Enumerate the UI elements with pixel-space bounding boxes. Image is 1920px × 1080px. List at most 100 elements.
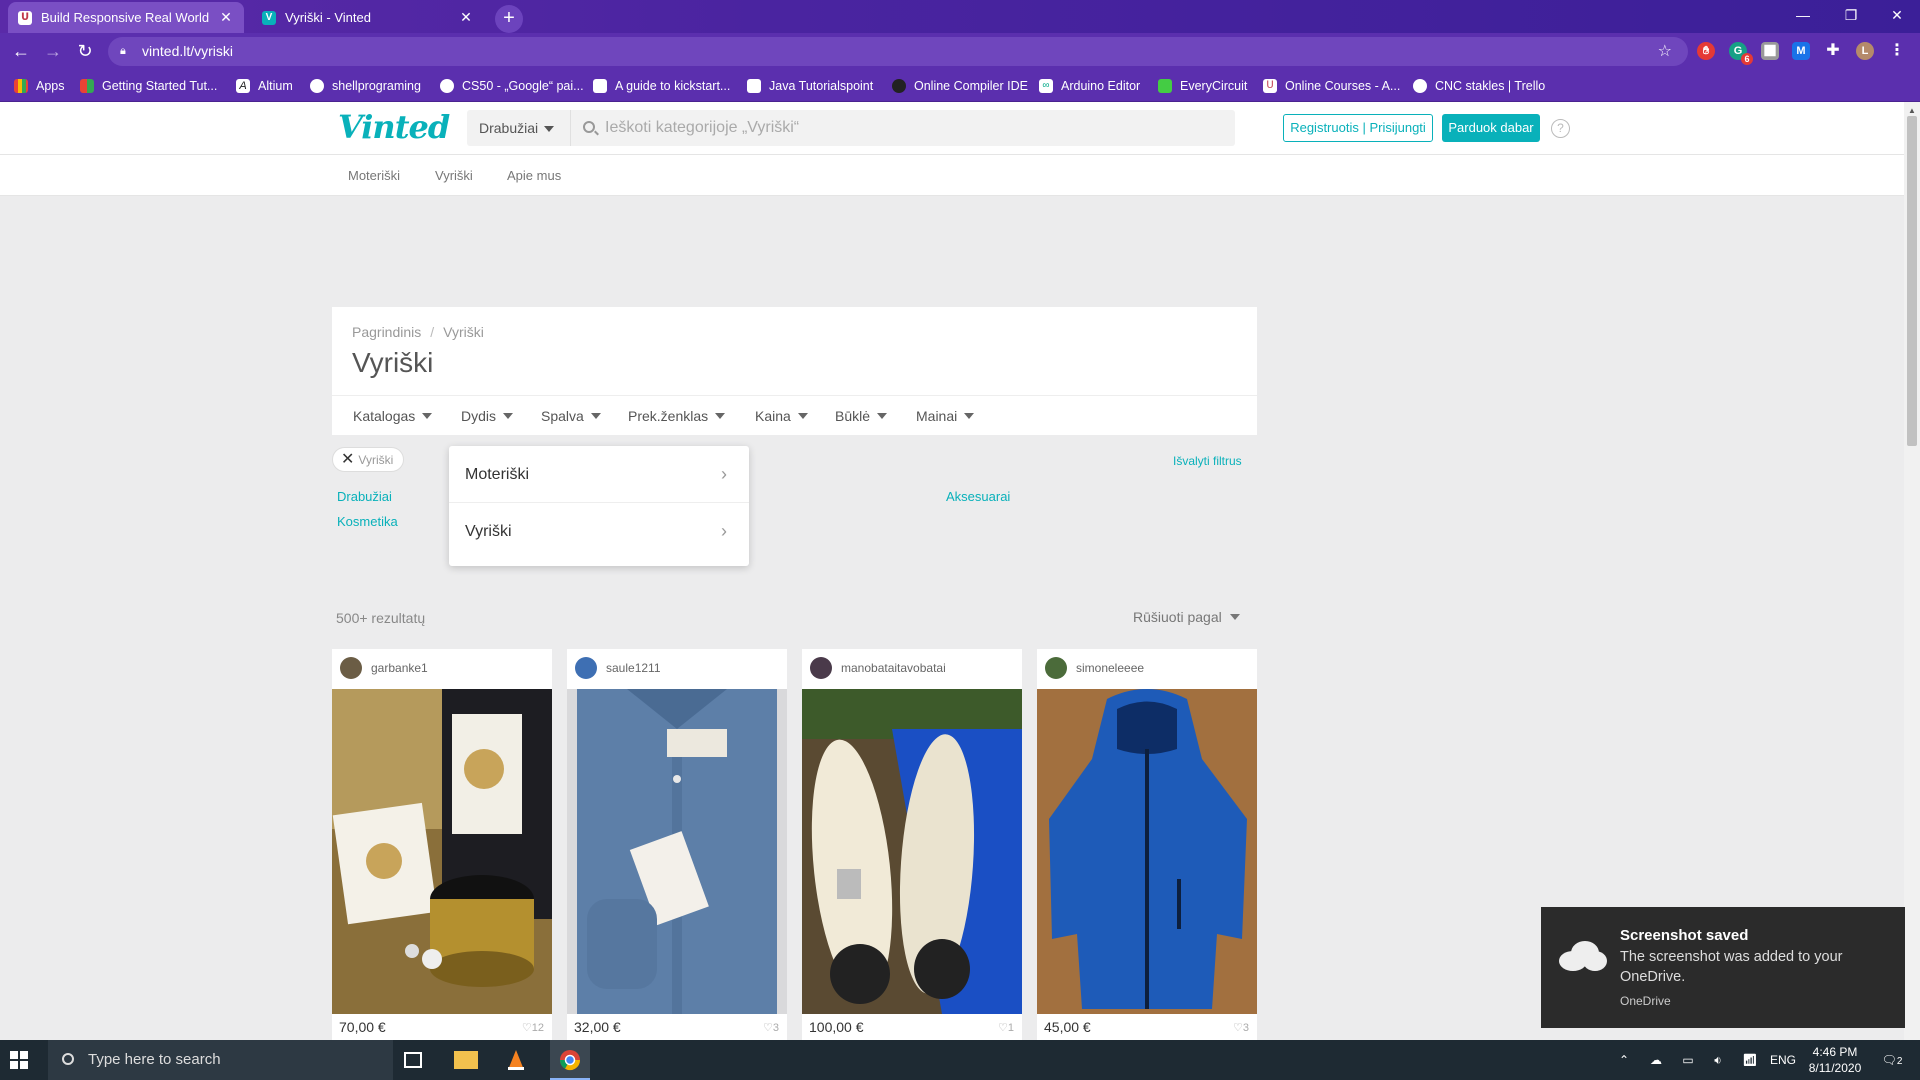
filter-prekes-zenklas[interactable]: Prek.ženklas bbox=[628, 408, 726, 424]
forward-icon[interactable]: → bbox=[38, 36, 68, 66]
reload-icon[interactable]: ↻ bbox=[70, 36, 100, 66]
bookmark-apps[interactable]: Apps bbox=[14, 77, 65, 95]
active-filter-chip[interactable]: ✕ Vyriški bbox=[332, 447, 405, 472]
favourite-button[interactable]: ♡3 bbox=[763, 1021, 779, 1034]
tab-vinted[interactable]: V Vyriški - Vinted ✕ bbox=[252, 2, 484, 33]
item-card[interactable]: garbanke1 70,00 € ♡12 bbox=[332, 649, 552, 1040]
url-text: vinted.lt/vyriski bbox=[142, 43, 234, 59]
extension-gray-icon[interactable]: ⬛︎ bbox=[1761, 42, 1779, 60]
filter-spalva[interactable]: Spalva bbox=[541, 408, 601, 424]
item-photo-perfume[interactable] bbox=[332, 689, 552, 1014]
address-bar[interactable]: 🔒︎ vinted.lt/vyriski ☆ bbox=[108, 37, 1688, 66]
tray-chevron-up-icon[interactable]: ⌃ bbox=[1614, 1040, 1634, 1080]
window-close-icon[interactable]: ✕ bbox=[1874, 0, 1920, 30]
nav-item-vyriski[interactable]: Vyriški bbox=[435, 168, 473, 183]
register-login-button[interactable]: Registruotis | Prisijungti bbox=[1283, 114, 1433, 142]
help-icon[interactable]: ? bbox=[1551, 119, 1570, 138]
item-user[interactable]: manobataitavobatai bbox=[810, 657, 946, 679]
file-explorer-icon[interactable] bbox=[454, 1051, 478, 1069]
taskbar-clock[interactable]: 4:46 PM 8/11/2020 bbox=[1800, 1044, 1870, 1076]
menu-kebab-icon[interactable]: ⋮ bbox=[1888, 42, 1906, 60]
dropdown-option-vyriski[interactable]: Vyriški › bbox=[449, 503, 749, 560]
item-user[interactable]: saule1211 bbox=[575, 657, 661, 679]
item-photo-shoes[interactable] bbox=[802, 689, 1022, 1014]
back-icon[interactable]: ← bbox=[6, 36, 36, 66]
chrome-taskbar-icon[interactable] bbox=[550, 1040, 590, 1080]
bookmark-star-icon[interactable]: ☆ bbox=[1658, 37, 1672, 66]
bookmark-trello[interactable]: CNC stakles | Trello bbox=[1413, 77, 1545, 95]
new-tab-button[interactable]: + bbox=[495, 5, 523, 33]
heart-icon: ♡ bbox=[521, 1022, 532, 1034]
taskbar-search[interactable]: Type here to search bbox=[48, 1040, 393, 1080]
breadcrumb-home[interactable]: Pagrindinis bbox=[352, 324, 421, 340]
nav-item-moteriski[interactable]: Moteriški bbox=[348, 168, 400, 183]
vlc-icon[interactable] bbox=[504, 1048, 528, 1072]
scrollbar-thumb[interactable] bbox=[1907, 116, 1917, 446]
tab-build-responsive[interactable]: ᑌ Build Responsive Real World Web ✕ bbox=[8, 2, 244, 33]
tray-volume-icon[interactable]: 🔉︎ bbox=[1706, 1040, 1730, 1080]
filter-label: Katalogas bbox=[353, 408, 416, 424]
favourite-button[interactable]: ♡12 bbox=[522, 1021, 544, 1034]
search-input[interactable] bbox=[605, 110, 1225, 146]
bookmark-everycircuit[interactable]: EveryCircuit bbox=[1158, 77, 1247, 95]
bookmark-cs50[interactable]: CS50 - „Google“ pai... bbox=[440, 77, 584, 95]
filter-mainai[interactable]: Mainai bbox=[916, 408, 975, 424]
vinted-logo[interactable]: Vinted bbox=[338, 108, 450, 146]
item-card[interactable]: simoneleeee 45,00 € ♡3 bbox=[1037, 649, 1257, 1040]
close-tab-icon[interactable]: ✕ bbox=[218, 9, 234, 26]
extension-adblock-icon[interactable]: ✋︎ bbox=[1697, 42, 1715, 60]
filter-katalogas[interactable]: Katalogas bbox=[353, 408, 433, 424]
scroll-up-icon[interactable]: ▲ bbox=[1908, 106, 1916, 115]
filter-bukle[interactable]: Būklė bbox=[835, 408, 888, 424]
tray-battery-icon[interactable]: ▭ bbox=[1676, 1040, 1700, 1080]
bookmark-java[interactable]: Java Tutorialspoint bbox=[747, 77, 873, 95]
restore-icon[interactable]: ❐ bbox=[1828, 0, 1874, 30]
item-photo-jacket[interactable] bbox=[1037, 689, 1257, 1014]
item-user[interactable]: simoneleeee bbox=[1045, 657, 1144, 679]
category-link-kosmetika[interactable]: Kosmetika bbox=[337, 514, 398, 529]
filter-label: Mainai bbox=[916, 408, 958, 424]
notifications-icon[interactable]: 🗨︎2 bbox=[1874, 1040, 1910, 1080]
favourite-button[interactable]: ♡3 bbox=[1233, 1021, 1249, 1034]
page-scrollbar[interactable]: ▲ bbox=[1904, 102, 1920, 1040]
bookmark-online-compiler[interactable]: Online Compiler IDE bbox=[892, 77, 1028, 95]
clock-time: 4:46 PM bbox=[1812, 1045, 1858, 1059]
category-link-aksesuarai[interactable]: Aksesuarai bbox=[946, 489, 1010, 504]
tray-language[interactable]: ENG bbox=[1768, 1040, 1798, 1080]
extension-m-icon[interactable]: M bbox=[1792, 42, 1810, 60]
tray-wifi-icon[interactable]: 📶︎ bbox=[1738, 1040, 1762, 1080]
onedrive-notification[interactable]: Screenshot saved The screenshot was adde… bbox=[1541, 907, 1905, 1028]
compiler-icon bbox=[892, 79, 906, 93]
minimize-icon[interactable]: — bbox=[1780, 0, 1826, 30]
filter-kaina[interactable]: Kaina bbox=[755, 408, 808, 424]
bookmark-shellprograming[interactable]: shellprograming bbox=[310, 77, 421, 95]
item-photo-shirt[interactable] bbox=[567, 689, 787, 1014]
windows-start-icon[interactable] bbox=[10, 1051, 28, 1069]
extensions-puzzle-icon[interactable]: ✚ bbox=[1824, 42, 1842, 60]
category-link-drabuziai[interactable]: Drabužiai bbox=[337, 489, 392, 504]
item-user[interactable]: garbanke1 bbox=[340, 657, 428, 679]
category-select[interactable]: Drabužiai bbox=[467, 110, 571, 146]
bookmark-guide[interactable]: A guide to kickstart... bbox=[593, 77, 730, 95]
close-icon[interactable]: ✕ bbox=[341, 451, 354, 468]
close-tab-icon[interactable]: ✕ bbox=[458, 9, 474, 26]
search-icon bbox=[583, 121, 595, 133]
lock-icon: 🔒︎ bbox=[120, 45, 126, 57]
filter-dydis[interactable]: Dydis bbox=[461, 408, 514, 424]
bookmark-getting-started[interactable]: Getting Started Tut... bbox=[80, 77, 217, 95]
tray-onedrive-icon[interactable]: ☁ bbox=[1644, 1040, 1668, 1080]
sort-dropdown[interactable]: Rūšiuoti pagal bbox=[1133, 609, 1240, 625]
bookmark-online-courses[interactable]: ᑌ Online Courses - A... bbox=[1263, 77, 1400, 95]
sell-now-button[interactable]: Parduok dabar bbox=[1442, 114, 1540, 142]
dropdown-option-moteriski[interactable]: Moteriški › bbox=[449, 446, 749, 503]
bookmark-arduino[interactable]: ∞ Arduino Editor bbox=[1039, 77, 1140, 95]
favourite-button[interactable]: ♡1 bbox=[998, 1021, 1014, 1034]
bookmark-altium[interactable]: A Altium bbox=[236, 77, 293, 95]
item-card[interactable]: manobataitavobatai 100,00 € ♡1 bbox=[802, 649, 1022, 1040]
clear-filters-link[interactable]: Išvalyti filtrus bbox=[1173, 454, 1242, 468]
item-card[interactable]: saule1211 32,00 € ♡3 bbox=[567, 649, 787, 1040]
profile-avatar[interactable]: L bbox=[1856, 42, 1874, 60]
task-view-icon[interactable] bbox=[404, 1052, 422, 1068]
breadcrumb-current[interactable]: Vyriški bbox=[443, 324, 484, 340]
nav-item-apie-mus[interactable]: Apie mus bbox=[507, 168, 561, 183]
